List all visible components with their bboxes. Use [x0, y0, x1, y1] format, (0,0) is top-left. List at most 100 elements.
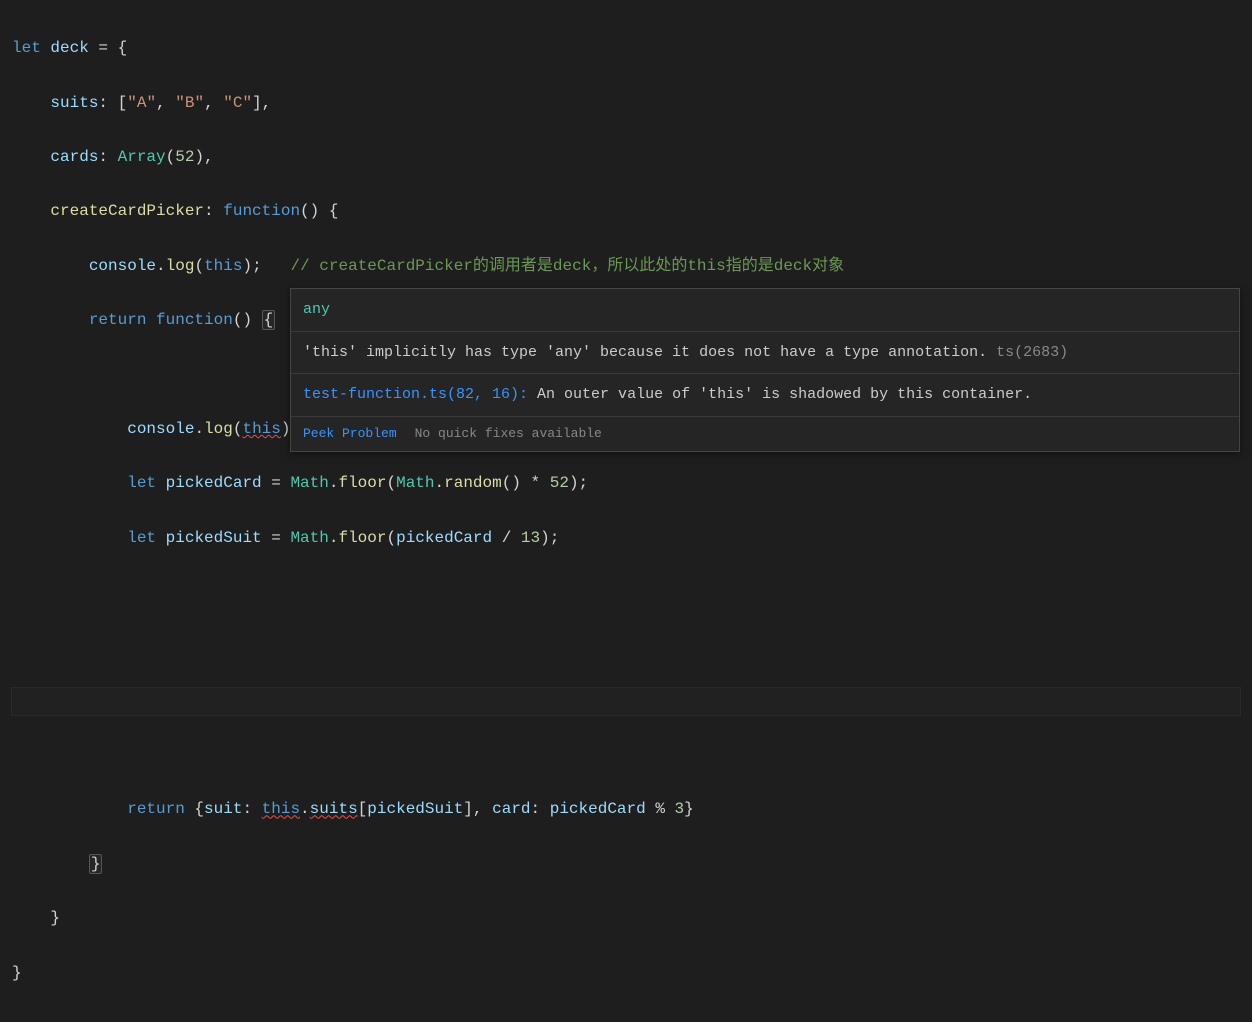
punctuation: : [: [98, 94, 127, 112]
colon: :: [531, 800, 550, 818]
code-line: }: [12, 851, 1240, 878]
code-line: [12, 579, 1240, 606]
punctuation: = {: [98, 39, 127, 57]
dot: .: [300, 800, 310, 818]
code-line: cards: Array(52),: [12, 144, 1240, 171]
paren: );: [242, 257, 290, 275]
code-line-current: [12, 688, 1240, 715]
property: suits: [50, 94, 98, 112]
code-line: }: [12, 960, 1240, 987]
paren: (): [233, 311, 262, 329]
operator: () *: [502, 474, 550, 492]
punctuation: ),: [194, 148, 213, 166]
code-editor[interactable]: let deck = { suits: ["A", "B", "C"], car…: [0, 0, 1252, 1022]
number: 52: [175, 148, 194, 166]
identifier: pickedSuit: [367, 800, 463, 818]
brace: }: [684, 800, 694, 818]
type-math: Math: [290, 474, 328, 492]
identifier-console: console: [127, 420, 194, 438]
colon: :: [242, 800, 261, 818]
punctuation: () {: [300, 202, 338, 220]
matching-brace: }: [89, 854, 103, 874]
identifier: pickedCard: [396, 529, 492, 547]
related-message: An outer value of 'this' is shadowed by …: [528, 386, 1032, 403]
paren: (: [386, 474, 396, 492]
keyword-function: function: [223, 202, 300, 220]
code-line: [12, 633, 1240, 660]
keyword-let: let: [127, 529, 156, 547]
error-code: ts(2683): [987, 344, 1068, 361]
identifier: pickedCard: [550, 800, 646, 818]
code-line: createCardPicker: function() {: [12, 198, 1240, 225]
no-fixes-text: No quick fixes available: [415, 426, 602, 441]
punctuation: :: [204, 202, 223, 220]
method-name: createCardPicker: [50, 202, 204, 220]
file-reference-link[interactable]: test-function.ts(82, 16):: [303, 386, 528, 403]
punctuation: (: [166, 148, 176, 166]
code-line: }: [12, 905, 1240, 932]
matching-brace: {: [262, 310, 276, 330]
keyword-let: let: [127, 474, 156, 492]
code-line: suits: ["A", "B", "C"],: [12, 90, 1240, 117]
number: 52: [550, 474, 569, 492]
dot: .: [194, 420, 204, 438]
property: suit: [204, 800, 242, 818]
comma: ,: [204, 94, 223, 112]
string: "C": [223, 94, 252, 112]
identifier-console: console: [89, 257, 156, 275]
equals: =: [271, 529, 290, 547]
brace: {: [185, 800, 204, 818]
paren: (: [194, 257, 204, 275]
keyword-this-error: this: [242, 420, 280, 438]
code-line: let pickedSuit = Math.floor(pickedCard /…: [12, 525, 1240, 552]
identifier: pickedCard: [156, 474, 271, 492]
type: Array: [118, 148, 166, 166]
string: "A": [127, 94, 156, 112]
error-message: 'this' implicitly has type 'any' because…: [303, 344, 987, 361]
property: card: [492, 800, 530, 818]
number: 3: [675, 800, 685, 818]
comma: ,: [156, 94, 175, 112]
type-math: Math: [290, 529, 328, 547]
keyword-this: this: [204, 257, 242, 275]
punctuation: :: [98, 148, 117, 166]
method-floor: floor: [338, 474, 386, 492]
method-log: log: [204, 420, 233, 438]
type-info: any: [303, 301, 330, 318]
paren: (: [386, 529, 396, 547]
dot: .: [435, 474, 445, 492]
operator: %: [646, 800, 675, 818]
identifier: deck: [41, 39, 99, 57]
code-line: return {suit: this.suits[pickedSuit], ca…: [12, 796, 1240, 823]
punctuation: );: [569, 474, 588, 492]
property: cards: [50, 148, 98, 166]
brace: }: [50, 909, 60, 927]
property-error: suits: [310, 800, 358, 818]
keyword-function: function: [146, 311, 232, 329]
method-floor: floor: [338, 529, 386, 547]
identifier: pickedSuit: [156, 529, 271, 547]
hover-related-section: test-function.ts(82, 16): An outer value…: [291, 374, 1239, 417]
code-line: let pickedCard = Math.floor(Math.random(…: [12, 470, 1240, 497]
keyword-return: return: [127, 800, 185, 818]
keyword-this-error: this: [262, 800, 300, 818]
punctuation: );: [540, 529, 559, 547]
method-random: random: [444, 474, 502, 492]
string: "B": [175, 94, 204, 112]
code-line: [12, 742, 1240, 769]
number: 13: [521, 529, 540, 547]
hover-actions: Peek Problem No quick fixes available: [291, 417, 1239, 451]
method-log: log: [166, 257, 195, 275]
hover-tooltip[interactable]: any 'this' implicitly has type 'any' bec…: [290, 288, 1240, 452]
type-math: Math: [396, 474, 434, 492]
hover-type-section: any: [291, 289, 1239, 332]
equals: =: [271, 474, 290, 492]
hover-message-section: 'this' implicitly has type 'any' because…: [291, 332, 1239, 375]
peek-problem-link[interactable]: Peek Problem: [303, 426, 397, 441]
code-line: console.log(this); // createCardPicker的调…: [12, 253, 1240, 280]
keyword-return: return: [89, 311, 147, 329]
dot: .: [156, 257, 166, 275]
brace: }: [12, 964, 22, 982]
comment: // createCardPicker的调用者是deck，所以此处的this指的…: [290, 257, 844, 275]
bracket: ],: [463, 800, 492, 818]
